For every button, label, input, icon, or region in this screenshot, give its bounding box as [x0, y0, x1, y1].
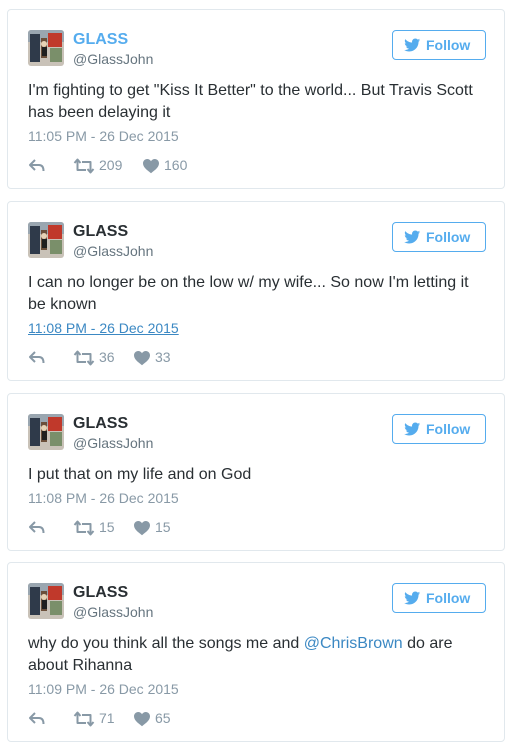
retweet-count: 15	[99, 519, 115, 535]
follow-button[interactable]: Follow	[392, 222, 486, 252]
username[interactable]: @GlassJohn	[73, 51, 153, 67]
tweet-text-part: I'm fighting to get "Kiss It Better" to …	[28, 82, 473, 121]
display-name[interactable]: GLASS	[73, 223, 128, 241]
tweet-text-part: I can no longer be on the low w/ my wife…	[28, 274, 469, 313]
retweet-button[interactable]: 209	[73, 156, 133, 174]
display-name[interactable]: GLASS	[73, 584, 128, 602]
follow-label: Follow	[426, 421, 471, 437]
reply-icon	[28, 349, 46, 367]
username[interactable]: @GlassJohn	[73, 243, 153, 259]
tweet-text: I put that on my life and on God	[28, 464, 483, 486]
follow-label: Follow	[426, 229, 471, 245]
timestamp[interactable]: 11:09 PM - 26 Dec 2015	[28, 681, 179, 697]
tweet-text-part: I put that on my life and on God	[28, 466, 252, 483]
avatar[interactable]	[28, 583, 64, 619]
like-count: 33	[155, 349, 171, 365]
like-button[interactable]: 33	[133, 348, 193, 366]
reply-icon	[28, 519, 46, 537]
bird-icon	[404, 37, 421, 53]
tweet-card: GLASS @GlassJohn Follow I put that on my…	[7, 393, 505, 551]
bird-icon	[404, 590, 421, 606]
reply-button[interactable]	[28, 156, 48, 174]
display-name[interactable]: GLASS	[73, 415, 128, 433]
like-button[interactable]: 65	[133, 709, 193, 727]
timestamp[interactable]: 11:08 PM - 26 Dec 2015	[28, 490, 179, 506]
heart-icon	[133, 710, 151, 728]
heart-icon	[142, 157, 160, 175]
reply-button[interactable]	[28, 518, 48, 536]
retweet-count: 71	[99, 710, 115, 726]
username[interactable]: @GlassJohn	[73, 604, 153, 620]
reply-icon	[28, 157, 46, 175]
heart-icon	[133, 519, 151, 537]
tweet-card: GLASS @GlassJohn Follow why do you think…	[7, 562, 505, 742]
avatar[interactable]	[28, 30, 64, 66]
mention-link[interactable]: @ChrisBrown	[304, 635, 403, 652]
retweet-icon	[73, 519, 95, 537]
retweet-icon	[73, 157, 95, 175]
like-count: 65	[155, 710, 171, 726]
reply-button[interactable]	[28, 348, 48, 366]
retweet-button[interactable]: 71	[73, 709, 133, 727]
like-button[interactable]: 15	[133, 518, 193, 536]
follow-label: Follow	[426, 590, 471, 606]
tweet-text: I'm fighting to get "Kiss It Better" to …	[28, 80, 483, 124]
follow-button[interactable]: Follow	[392, 583, 486, 613]
reply-button[interactable]	[28, 709, 48, 727]
follow-label: Follow	[426, 37, 471, 53]
follow-button[interactable]: Follow	[392, 30, 486, 60]
like-button[interactable]: 160	[142, 156, 202, 174]
username[interactable]: @GlassJohn	[73, 435, 153, 451]
retweet-button[interactable]: 36	[73, 348, 133, 366]
avatar[interactable]	[28, 222, 64, 258]
retweet-button[interactable]: 15	[73, 518, 133, 536]
avatar[interactable]	[28, 414, 64, 450]
tweet-text-part: why do you think all the songs me and	[28, 635, 304, 652]
timestamp[interactable]: 11:05 PM - 26 Dec 2015	[28, 128, 179, 144]
bird-icon	[404, 421, 421, 437]
tweet-card: GLASS @GlassJohn Follow I'm fighting to …	[7, 9, 505, 189]
retweet-count: 36	[99, 349, 115, 365]
reply-icon	[28, 710, 46, 728]
tweet-text: I can no longer be on the low w/ my wife…	[28, 272, 483, 316]
like-count: 15	[155, 519, 171, 535]
retweet-icon	[73, 710, 95, 728]
display-name[interactable]: GLASS	[73, 31, 128, 49]
tweet-card: GLASS @GlassJohn Follow I can no longer …	[7, 201, 505, 381]
heart-icon	[133, 349, 151, 367]
retweet-count: 209	[99, 157, 123, 173]
bird-icon	[404, 229, 421, 245]
retweet-icon	[73, 349, 95, 367]
follow-button[interactable]: Follow	[392, 414, 486, 444]
like-count: 160	[164, 157, 188, 173]
tweet-text: why do you think all the songs me and @C…	[28, 633, 483, 677]
timestamp[interactable]: 11:08 PM - 26 Dec 2015	[28, 320, 179, 336]
